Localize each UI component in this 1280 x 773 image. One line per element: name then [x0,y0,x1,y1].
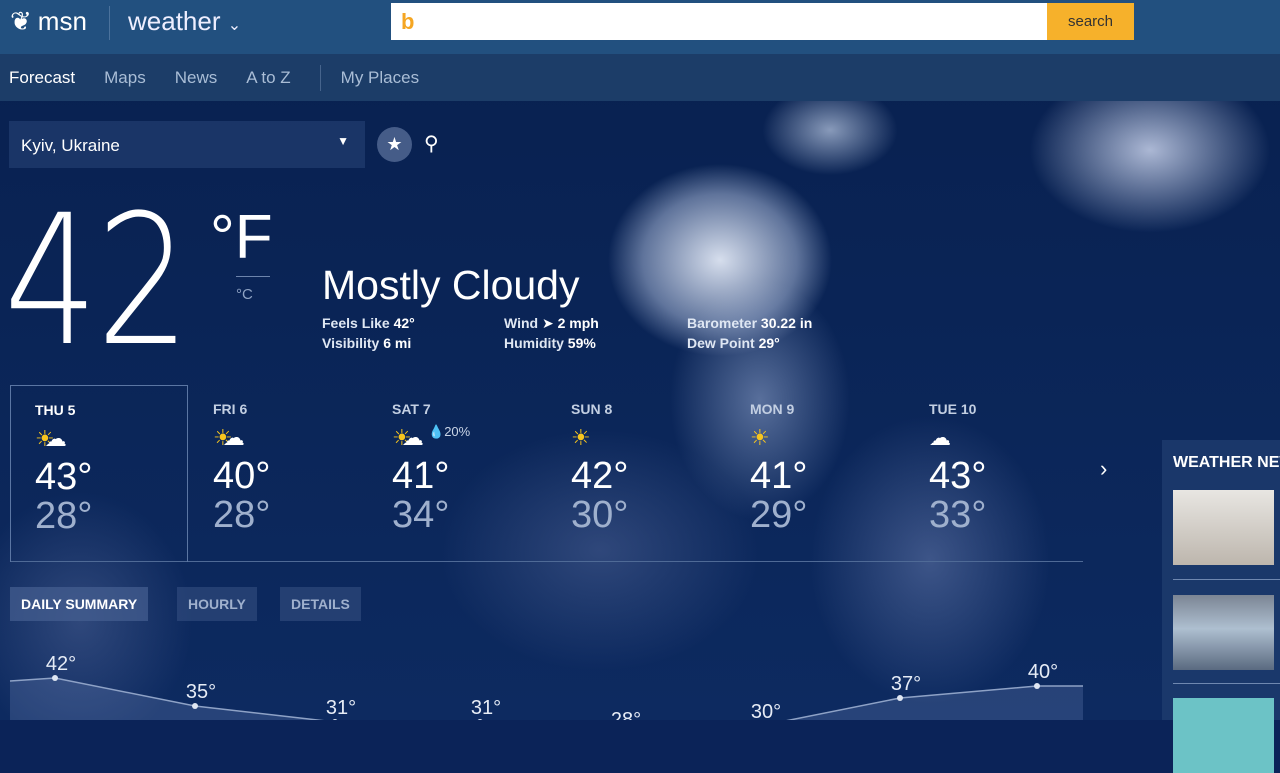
chart-area [10,678,1083,720]
divider [1173,683,1280,684]
chart-label: 30° [751,701,781,720]
chart-point [52,675,58,681]
chevron-right-icon[interactable]: › [1100,456,1107,482]
divider [1173,579,1280,580]
chart-point [1034,683,1040,689]
weather-news-panel: WEATHER NEWS [1162,440,1280,773]
chart-label: 40° [1028,661,1058,683]
news-title: WEATHER NEWS [1173,454,1280,471]
news-thumbnail[interactable] [1173,595,1274,670]
news-thumbnail[interactable] [1173,698,1274,773]
chart-label: 31° [326,697,356,719]
chart-label: 35° [186,681,216,703]
chart-label: 37° [891,673,921,695]
chart-label: 42° [46,653,76,675]
temperature-chart: 42° 35° 31° 31° 28° 30° 37° 40° [9,653,1083,720]
chart-label: 28° [611,709,641,720]
chart-point [192,703,198,709]
news-thumbnail[interactable] [1173,490,1274,565]
chart-label: 31° [471,697,501,719]
chart-point [897,695,903,701]
